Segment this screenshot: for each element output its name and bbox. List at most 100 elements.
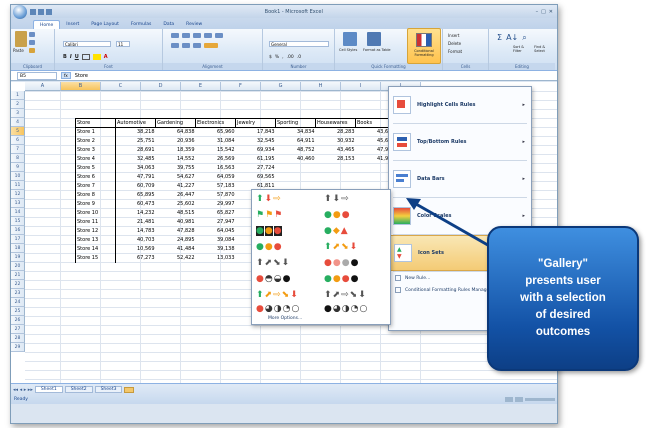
table-cell[interactable]: 40,460	[276, 155, 316, 164]
gallery-row[interactable]: ● ◓ ◒ ●	[256, 274, 290, 284]
row-header[interactable]: 7	[11, 145, 25, 154]
row-header[interactable]: 21	[11, 271, 25, 280]
column-header-a[interactable]: A	[25, 82, 61, 91]
font-size-box[interactable]: 11	[116, 41, 131, 47]
gallery-row[interactable]: ● ● ● ●	[324, 274, 358, 284]
table-cell[interactable]: 32,545	[236, 137, 276, 146]
table-cell[interactable]: 57,870	[196, 191, 236, 200]
align-right-icon[interactable]	[193, 43, 201, 48]
save-icon[interactable]	[30, 8, 36, 15]
table-cell[interactable]: 41,227	[156, 182, 196, 191]
table-cell[interactable]: Store 7	[75, 181, 116, 191]
gallery-row[interactable]: ⬆ ⬈ ⬊ ⬇	[256, 258, 289, 268]
gallery-row[interactable]: ⬆ ⬈ ⇨ ⬊ ⬇	[324, 290, 366, 300]
table-cell[interactable]: 32,485	[116, 155, 156, 164]
copy-icon[interactable]	[29, 40, 35, 45]
tab-page-layout[interactable]: Page Layout	[85, 20, 125, 29]
table-cell[interactable]: Store 14	[75, 244, 116, 254]
bold-icon[interactable]: B	[63, 54, 67, 60]
comma-icon[interactable]: ,	[282, 55, 283, 60]
merge-center-icon[interactable]	[204, 43, 218, 48]
insert-cells-button[interactable]: Insert	[448, 33, 486, 38]
column-heading[interactable]: Housewares	[315, 118, 356, 128]
table-cell[interactable]: 61,195	[236, 155, 276, 164]
row-header[interactable]: 26	[11, 316, 25, 325]
table-cell[interactable]: 64,045	[196, 227, 236, 236]
border-icon[interactable]	[81, 54, 90, 60]
table-cell[interactable]	[316, 164, 356, 173]
decrease-decimal-icon[interactable]: .0	[297, 55, 301, 60]
table-cell[interactable]: 20,936	[156, 137, 196, 146]
table-cell[interactable]: 29,997	[196, 200, 236, 209]
undo-icon[interactable]	[38, 8, 44, 15]
table-cell[interactable]: 67,273	[116, 254, 156, 263]
table-cell[interactable]: Store 15	[75, 253, 116, 263]
row-header[interactable]: 23	[11, 289, 25, 298]
table-cell[interactable]: 48,752	[276, 146, 316, 155]
table-cell[interactable]: 69,565	[236, 173, 276, 182]
minimize-icon[interactable]: –	[536, 9, 539, 15]
table-cell[interactable]: 26,569	[196, 155, 236, 164]
table-cell[interactable]: 16,563	[196, 164, 236, 173]
table-cell[interactable]: 65,827	[196, 209, 236, 218]
align-center-icon[interactable]	[182, 43, 190, 48]
row-header[interactable]: 3	[11, 109, 25, 118]
cell-styles-icon[interactable]	[343, 32, 357, 46]
column-header-d[interactable]: D	[141, 82, 181, 91]
row-header[interactable]: 8	[11, 154, 25, 163]
row-header[interactable]: 1	[11, 91, 25, 100]
sheet-tab-2[interactable]: Sheet2	[64, 386, 93, 393]
table-cell[interactable]: 30,932	[316, 137, 356, 146]
table-cell[interactable]: 69,934	[236, 146, 276, 155]
table-cell[interactable]: 27,947	[196, 218, 236, 227]
paste-icon[interactable]	[15, 31, 27, 47]
tab-insert[interactable]: Insert	[60, 20, 85, 29]
table-cell[interactable]: 34,834	[276, 128, 316, 137]
table-cell[interactable]: 14,783	[116, 227, 156, 236]
row-header[interactable]: 14	[11, 208, 25, 217]
gallery-row[interactable]: ⚑ ⚑ ⚑	[256, 210, 282, 220]
table-cell[interactable]: 21,481	[116, 218, 156, 227]
formula-input[interactable]: Store	[75, 73, 88, 79]
column-heading[interactable]: Sporting	[275, 118, 316, 128]
table-cell[interactable]: 47,791	[116, 173, 156, 182]
gallery-row[interactable]: ● ● ● ●	[324, 258, 358, 268]
table-cell[interactable]: 28,691	[116, 146, 156, 155]
align-top-icon[interactable]	[171, 33, 179, 38]
table-cell[interactable]: 27,724	[236, 164, 276, 173]
table-cell[interactable]: 28,283	[316, 128, 356, 137]
column-header-e[interactable]: E	[181, 82, 221, 91]
table-cell[interactable]: 39,138	[196, 245, 236, 254]
table-cell[interactable]: 48,515	[156, 209, 196, 218]
row-header[interactable]: 4	[11, 118, 25, 127]
column-heading[interactable]: Electronics	[195, 118, 236, 128]
table-cell[interactable]: Store 5	[75, 163, 116, 173]
percent-icon[interactable]: %	[275, 55, 279, 60]
row-header[interactable]: 18	[11, 244, 25, 253]
row-header[interactable]: 22	[11, 280, 25, 289]
gallery-row[interactable]: ● ● ●	[256, 242, 282, 252]
underline-icon[interactable]: U	[75, 54, 79, 60]
increase-decimal-icon[interactable]: .00	[287, 55, 294, 60]
table-cell[interactable]: 65,960	[196, 128, 236, 137]
table-cell[interactable]: 60,709	[116, 182, 156, 191]
row-header[interactable]: 19	[11, 253, 25, 262]
table-cell[interactable]: 40,981	[156, 218, 196, 227]
currency-icon[interactable]: $	[269, 55, 272, 60]
column-heading[interactable]: Store	[75, 118, 116, 128]
table-cell[interactable]: 28,153	[316, 155, 356, 164]
row-header[interactable]: 15	[11, 217, 25, 226]
table-cell[interactable]: 43,465	[316, 146, 356, 155]
column-header-g[interactable]: G	[261, 82, 301, 91]
table-cell[interactable]: 14,232	[116, 209, 156, 218]
table-cell[interactable]: 64,838	[156, 128, 196, 137]
tab-home[interactable]: Home	[33, 20, 61, 29]
table-cell[interactable]: 54,627	[156, 173, 196, 182]
table-cell[interactable]: Store 3	[75, 145, 116, 155]
sheet-nav-icon[interactable]: ◂◂ ◂ ▸ ▸▸	[13, 387, 33, 393]
row-header[interactable]: 10	[11, 172, 25, 181]
delete-cells-button[interactable]: Delete	[448, 41, 486, 46]
table-cell[interactable]: 39,755	[156, 164, 196, 173]
format-cells-button[interactable]: Format	[448, 49, 486, 54]
row-header[interactable]: 25	[11, 307, 25, 316]
